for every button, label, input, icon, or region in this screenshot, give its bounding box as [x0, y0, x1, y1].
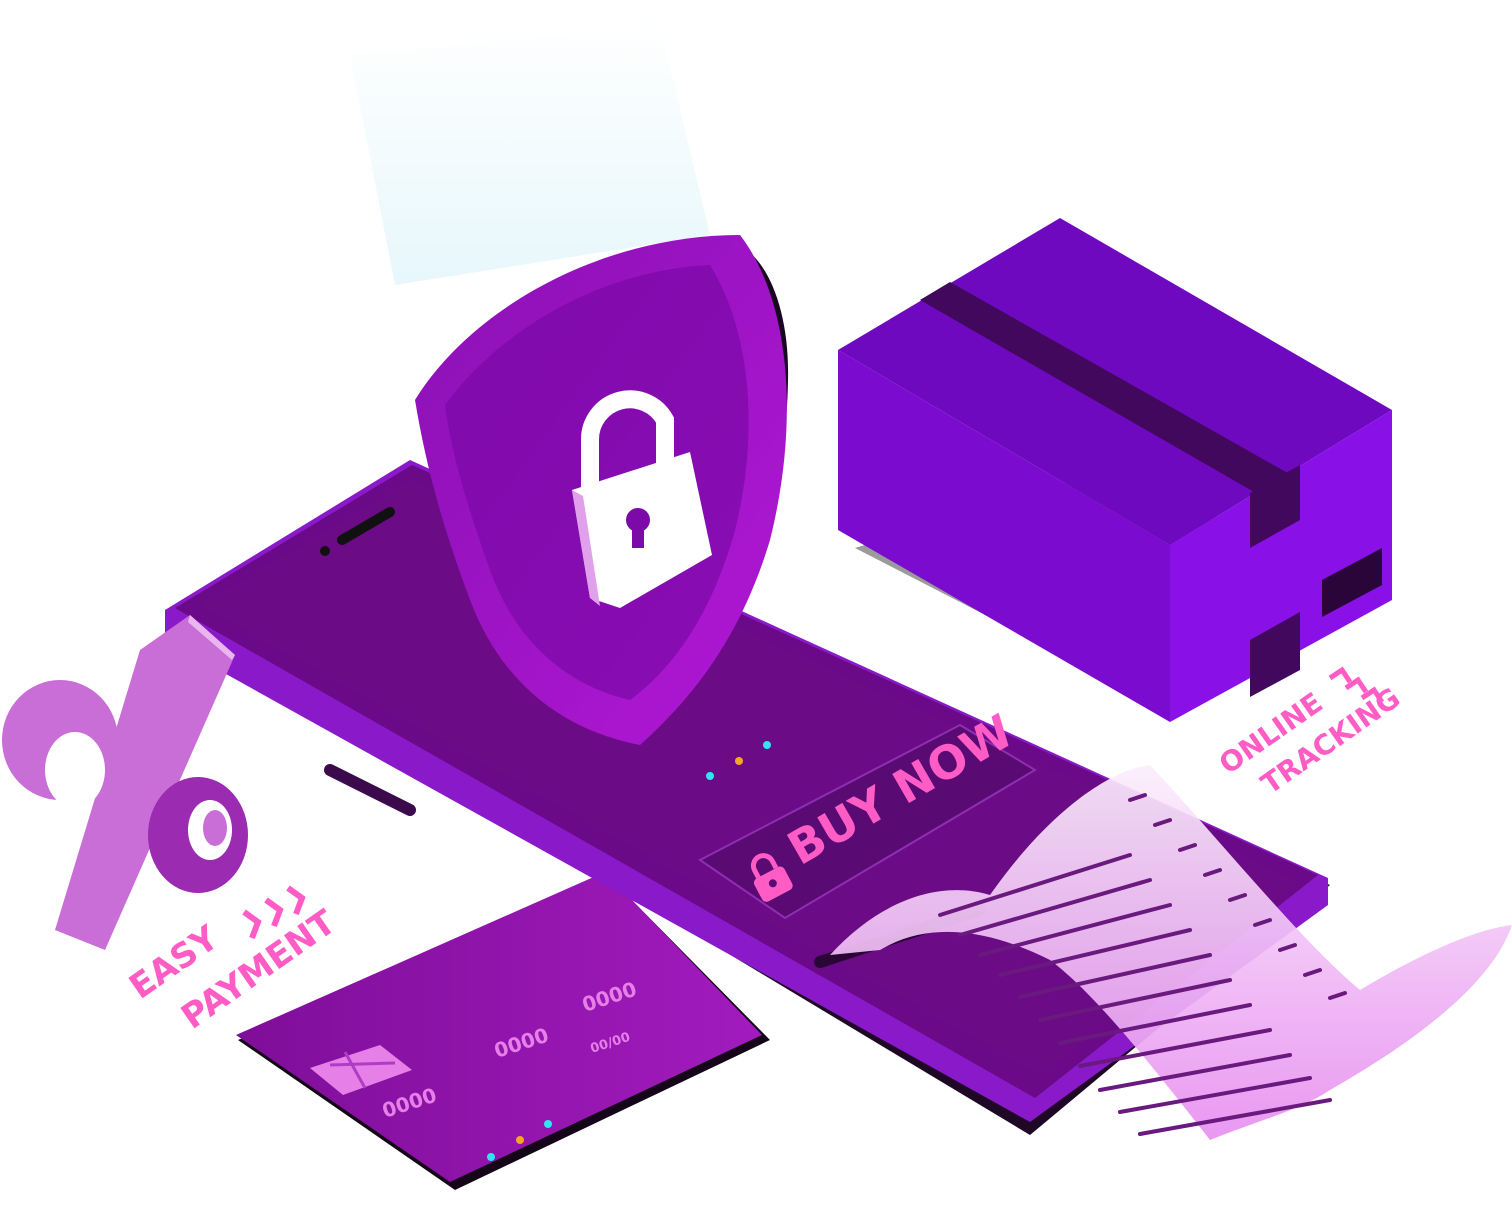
online-tracking-label: ONLINE TRACKING [1213, 666, 1406, 801]
screen-dot-cyan-2 [763, 741, 771, 749]
card-dot-orange [516, 1136, 524, 1144]
delivery-box [838, 218, 1392, 722]
screen-dot-cyan-1 [706, 772, 714, 780]
secure-shopping-illustration: 0000 0000 0000 00/00 BUY NOW EASY PAYMEN… [2, 25, 1512, 1190]
card-dot-cyan-1 [487, 1153, 495, 1161]
phone-side-button [324, 764, 416, 816]
card-dot-cyan-2 [544, 1120, 552, 1128]
percent-icon [2, 615, 248, 950]
screen-dot-orange [735, 757, 743, 765]
phone-camera [320, 546, 330, 556]
